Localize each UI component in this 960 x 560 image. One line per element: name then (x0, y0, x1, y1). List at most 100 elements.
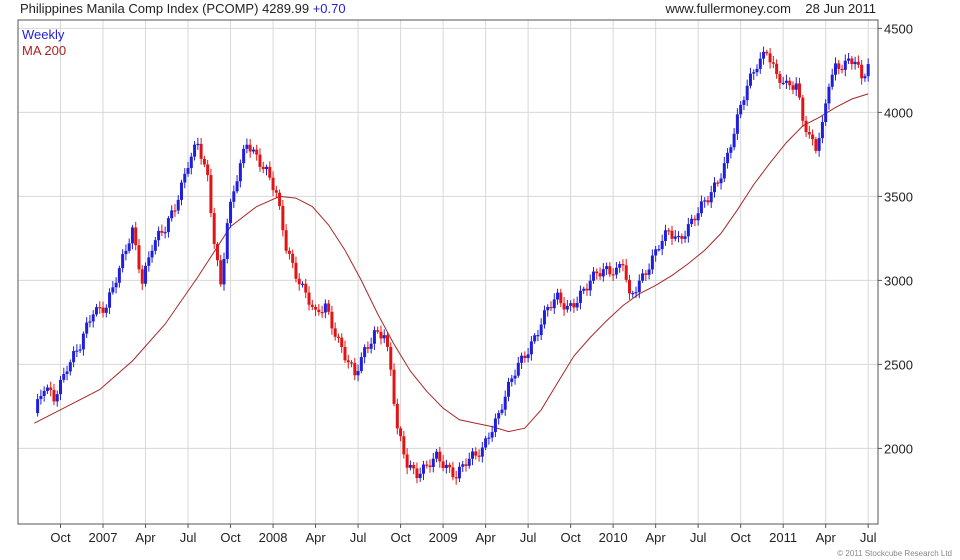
source-website: www.fullermoney.com (665, 1, 791, 16)
price-bar-body (840, 68, 844, 71)
last-price: 4289.99 (262, 1, 310, 16)
price-bar-body (166, 218, 170, 233)
price-bar-body (503, 396, 507, 410)
price-bar-body (350, 362, 354, 364)
price-bar-body (578, 290, 582, 303)
x-tick-label: Apr (135, 530, 156, 545)
price-bar-body (533, 335, 537, 342)
price-bar-body (820, 122, 824, 139)
price-bar-body (134, 227, 138, 246)
price-bar-body (274, 190, 278, 193)
price-bar-body (670, 230, 674, 239)
price-bar-body (340, 337, 344, 347)
price-bar-body (356, 371, 360, 376)
price-bar-body (614, 267, 618, 275)
price-bar-body (860, 64, 864, 79)
price-bar-body (327, 303, 331, 312)
price-bar-body (75, 350, 79, 352)
price-bar-body (683, 236, 687, 239)
x-tick-label: Jul (520, 530, 537, 545)
price-bar-body (376, 330, 380, 332)
price-bar-body (261, 166, 265, 170)
price-bar-body (608, 266, 612, 275)
price-bar-body (206, 164, 210, 176)
price-bar-body (157, 230, 161, 241)
price-bar-body (287, 250, 291, 254)
price-bar-body (62, 373, 66, 380)
x-tick-label: 2009 (429, 530, 458, 545)
y-tick-label: 2000 (884, 441, 913, 456)
price-bar-body (55, 394, 59, 402)
price-bar-body (232, 191, 236, 202)
price-bar-body (307, 292, 311, 305)
price-bar-body (497, 412, 501, 419)
price-bar-body (657, 249, 661, 251)
price-bar-body (173, 210, 177, 212)
price-bar-body (150, 250, 154, 258)
price-bar-body (431, 458, 435, 467)
price-bar-body (798, 83, 802, 98)
y-axis-ticks: 2000 2500 3000 3500 4000 4500 (878, 21, 913, 456)
price-bar-body (137, 245, 141, 270)
price-bar-body (500, 409, 504, 413)
price-bar-body (294, 262, 298, 279)
price-bar-body (170, 210, 174, 219)
price-bar-body (448, 464, 452, 468)
price-bar-body (265, 166, 269, 170)
price-bar-body (72, 351, 76, 363)
price-bar-body (833, 63, 837, 75)
price-bar-body (199, 143, 203, 159)
price-bar-body (552, 299, 556, 309)
x-tick-label: Oct (220, 530, 241, 545)
price-bar-body (372, 330, 376, 344)
price-bar-body (843, 60, 847, 70)
price-bar-body (336, 336, 340, 338)
price-bar-body (634, 292, 638, 294)
price-bar-body (457, 466, 461, 479)
price-bar-body (592, 271, 596, 281)
price-bar-body (183, 173, 187, 183)
price-bar-body (45, 387, 49, 391)
price-bar-body (366, 347, 370, 349)
price-bar-body (526, 354, 530, 359)
x-tick-label: Jul (350, 530, 367, 545)
price-bar-body (147, 257, 151, 266)
price-bar-body (735, 114, 739, 134)
price-bar-body (346, 360, 350, 363)
price-bar-body (359, 357, 363, 372)
price-bar-body (807, 132, 811, 135)
price-bar-body (804, 120, 808, 133)
price-bar-body (85, 322, 89, 334)
x-tick-label: Jul (180, 530, 197, 545)
price-bar-body (392, 369, 396, 404)
price-bar-body (441, 461, 445, 469)
price-bar-body (788, 80, 792, 86)
price-bar-body (271, 177, 275, 191)
price-bar-body (559, 292, 563, 304)
price-bar-body (680, 235, 684, 239)
price-bar-body (330, 311, 334, 329)
price-bar-body (353, 363, 357, 376)
price-bar-body (438, 451, 442, 462)
price-bar-body (304, 283, 308, 293)
price-bar-body (333, 328, 337, 337)
x-tick-label: Apr (646, 530, 667, 545)
price-bar-body (605, 266, 609, 270)
y-tick-label: 4500 (884, 21, 913, 36)
price-bar-body (663, 230, 667, 241)
price-bar-body (709, 192, 713, 203)
price-bar-body (588, 280, 592, 291)
x-tick-label: Apr (816, 530, 837, 545)
price-bar-body (765, 51, 769, 54)
price-bar-body (713, 182, 717, 193)
price-bar-body (425, 464, 429, 466)
price-bar-body (229, 201, 233, 224)
price-bar-body (699, 201, 703, 214)
price-bar-body (755, 68, 759, 73)
price-bar-body (435, 451, 439, 459)
price-bar-body (310, 304, 314, 307)
price-bar-body (144, 265, 148, 284)
price-bar-body (81, 333, 85, 350)
price-bar-body (739, 104, 743, 115)
price-bar-body (255, 149, 259, 155)
